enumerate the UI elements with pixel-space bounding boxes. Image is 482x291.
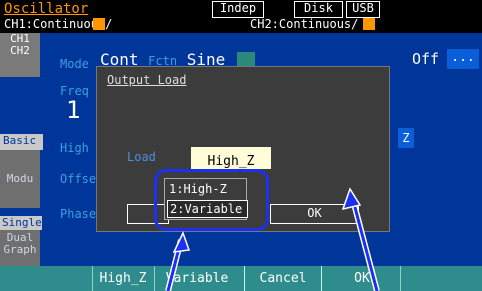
- load-value-field[interactable]: High_Z: [191, 147, 271, 169]
- sine-wave-icon: [237, 52, 255, 66]
- sidebar-item-basic[interactable]: Basic: [0, 134, 43, 150]
- sidebar-channel-tab[interactable]: CH1 CH2: [0, 33, 40, 77]
- softkey-cancel[interactable]: Cancel: [244, 266, 322, 291]
- softkey-divider: [400, 266, 401, 291]
- sidebar-item-ch2[interactable]: CH2: [0, 45, 40, 57]
- ch2-status-swatch: [363, 18, 375, 30]
- app-title: Oscillator: [4, 1, 89, 17]
- offset-label: Offse: [60, 172, 97, 186]
- load-label: Load: [127, 150, 156, 164]
- highlight-ring: [154, 169, 269, 231]
- sidebar-item-dual-graph[interactable]: Dual Graph: [0, 230, 40, 268]
- impedance-indicator: Z: [398, 128, 414, 148]
- mode-label: Mode: [60, 57, 89, 71]
- output-off-label: Off: [412, 50, 440, 68]
- softkey-high-z[interactable]: High_Z: [92, 266, 154, 291]
- dialog-ok-button[interactable]: OK: [270, 204, 359, 224]
- dialog-title: Output Load: [107, 73, 187, 87]
- disk-indicator: Disk: [294, 1, 343, 18]
- high-label: High: [60, 141, 89, 155]
- softkey-bar: [0, 266, 482, 291]
- sidebar-item-modu[interactable]: Modu: [0, 150, 40, 208]
- softkey-variable[interactable]: Variable: [154, 266, 240, 291]
- ch1-status-swatch: [93, 18, 105, 30]
- freq-value: 1: [66, 96, 81, 124]
- softkey-ok[interactable]: OK: [324, 266, 400, 291]
- more-button[interactable]: ...: [447, 49, 479, 69]
- sidebar-item-single[interactable]: Single: [0, 216, 42, 230]
- usb-indicator: USB: [346, 1, 380, 18]
- status-bar: Oscillator Indep Disk USB CH1:Continuous…: [0, 0, 482, 33]
- ch2-status: CH2:Continuous/: [250, 17, 359, 31]
- phase-label: Phase: [60, 207, 97, 221]
- indep-indicator: Indep: [212, 1, 264, 18]
- sidebar-graph-label: Graph: [3, 243, 37, 256]
